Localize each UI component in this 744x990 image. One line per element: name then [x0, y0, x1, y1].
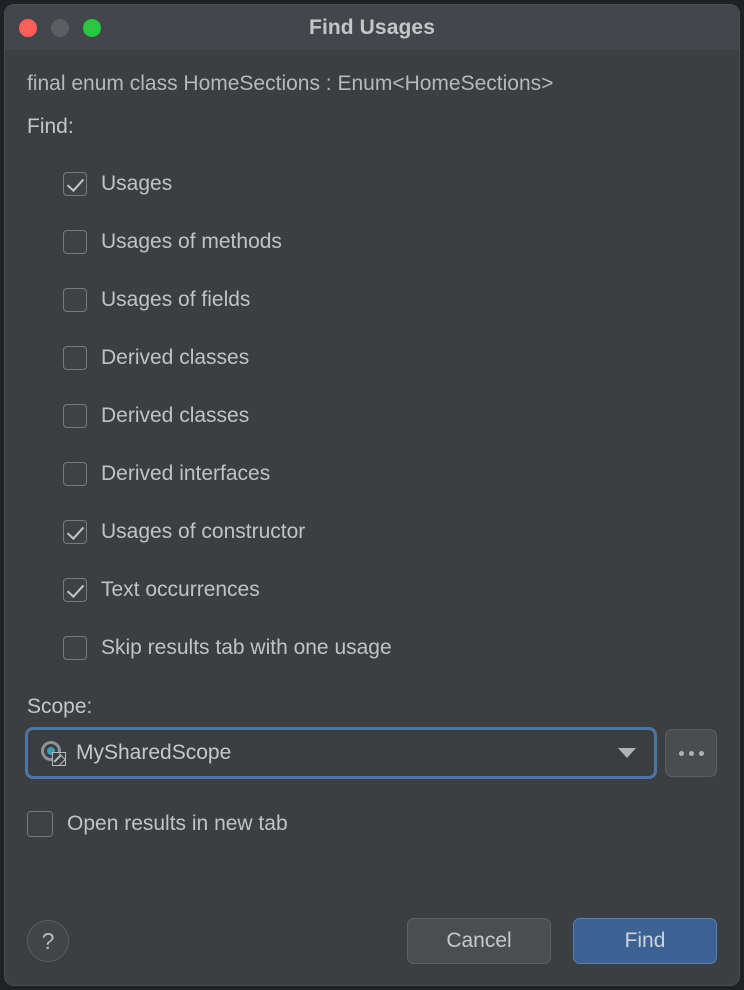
dialog-body: final enum class HomeSections : Enum<Hom…: [5, 51, 739, 897]
scope-selected-value: MySharedScope: [76, 741, 618, 765]
find-section-label: Find:: [27, 113, 717, 141]
checkbox-row-skip-results-tab[interactable]: Skip results tab with one usage: [63, 619, 717, 677]
checkbox-label-text-occurrences: Text occurrences: [101, 578, 260, 602]
checkbox-label-usages-of-fields: Usages of fields: [101, 288, 250, 312]
checkbox-label-usages-of-constructor: Usages of constructor: [101, 520, 305, 544]
checkbox-label-derived-interfaces: Derived interfaces: [101, 462, 270, 486]
checkbox-label-skip-results-tab: Skip results tab with one usage: [101, 636, 392, 660]
checkbox-row-derived-interfaces[interactable]: Derived interfaces: [63, 445, 717, 503]
checkbox-label-derived-classes-1: Derived classes: [101, 346, 249, 370]
checkbox-skip-results-tab[interactable]: [63, 636, 87, 660]
title-bar: Find Usages: [5, 5, 739, 51]
checkbox-row-derived-classes-2[interactable]: Derived classes: [63, 387, 717, 445]
checkbox-row-derived-classes-1[interactable]: Derived classes: [63, 329, 717, 387]
checkbox-row-usages-of-fields[interactable]: Usages of fields: [63, 271, 717, 329]
checkbox-label-open-results-in-new-tab: Open results in new tab: [67, 812, 288, 836]
window-title: Find Usages: [5, 5, 739, 51]
checkbox-usages-of-constructor[interactable]: [63, 520, 87, 544]
checkbox-row-text-occurrences[interactable]: Text occurrences: [63, 561, 717, 619]
checkbox-label-usages: Usages: [101, 172, 172, 196]
checkbox-derived-classes-2[interactable]: [63, 404, 87, 428]
checkbox-label-usages-of-methods: Usages of methods: [101, 230, 282, 254]
shared-scope-icon: [40, 740, 66, 766]
checkbox-row-usages-of-constructor[interactable]: Usages of constructor: [63, 503, 717, 561]
find-button[interactable]: Find: [573, 918, 717, 964]
checkbox-derived-classes-1[interactable]: [63, 346, 87, 370]
target-signature: final enum class HomeSections : Enum<Hom…: [27, 69, 717, 99]
checkbox-label-derived-classes-2: Derived classes: [101, 404, 249, 428]
find-usages-dialog: Find Usages final enum class HomeSection…: [4, 4, 740, 986]
ellipsis-dot: [699, 751, 704, 756]
checkbox-row-usages-of-methods[interactable]: Usages of methods: [63, 213, 717, 271]
checkbox-row-open-results-in-new-tab[interactable]: Open results in new tab: [27, 807, 717, 841]
scope-section-label: Scope:: [27, 695, 717, 719]
help-button[interactable]: ?: [27, 920, 69, 962]
checkbox-text-occurrences[interactable]: [63, 578, 87, 602]
checkbox-derived-interfaces[interactable]: [63, 462, 87, 486]
checkbox-usages[interactable]: [63, 172, 87, 196]
checkbox-usages-of-methods[interactable]: [63, 230, 87, 254]
scope-more-button[interactable]: [665, 729, 717, 777]
ellipsis-dot: [689, 751, 694, 756]
scope-combobox[interactable]: MySharedScope: [27, 729, 655, 777]
chevron-down-icon[interactable]: [618, 748, 636, 758]
dialog-footer: ? Cancel Find: [5, 897, 739, 985]
ellipsis-dot: [679, 751, 684, 756]
checkbox-usages-of-fields[interactable]: [63, 288, 87, 312]
cancel-button[interactable]: Cancel: [407, 918, 551, 964]
checkbox-open-results-in-new-tab[interactable]: [27, 811, 53, 837]
find-options-list: Usages Usages of methods Usages of field…: [27, 155, 717, 677]
checkbox-row-usages[interactable]: Usages: [63, 155, 717, 213]
scope-row: MySharedScope: [27, 729, 717, 777]
